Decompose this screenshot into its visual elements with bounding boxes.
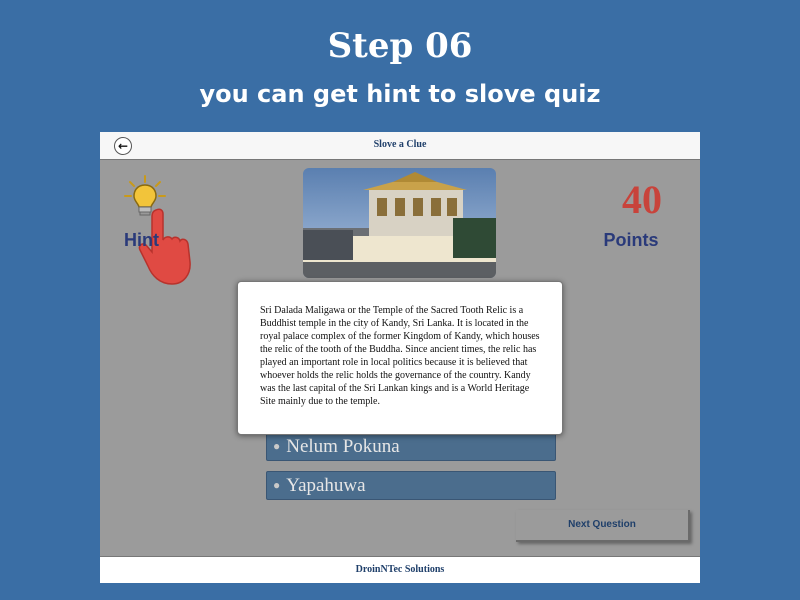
answer-option[interactable]: ● Nelum Pokuna <box>266 432 556 461</box>
answer-option[interactable]: ● Yapahuwa <box>266 471 556 500</box>
hint-text: Sri Dalada Maligawa or the Temple of the… <box>260 305 540 407</box>
hint-popup[interactable]: Sri Dalada Maligawa or the Temple of the… <box>237 281 563 435</box>
bullet-icon: ● <box>273 478 281 492</box>
temple-photo <box>303 168 496 278</box>
step-title: Step 06 <box>327 26 473 66</box>
hint-label[interactable]: Hint <box>124 230 159 251</box>
step-subtitle: you can get hint to slove quiz <box>199 80 601 108</box>
answer-option-label: Yapahuwa <box>286 475 366 496</box>
app-screen: ← Slove a Clue Hint 40 Points ● Nelum Po… <box>100 132 700 583</box>
answer-option-label: Nelum Pokuna <box>286 436 400 457</box>
next-question-button[interactable]: Next Question <box>516 510 690 542</box>
nav-title: Slove a Clue <box>373 139 427 150</box>
points-label: Points <box>603 230 659 250</box>
bullet-icon: ● <box>273 439 281 453</box>
footer-text: DroinNTec Solutions <box>355 564 445 575</box>
top-bar: ← Slove a Clue <box>100 132 700 160</box>
footer: DroinNTec Solutions <box>100 556 700 583</box>
points-value: 40 <box>622 177 662 222</box>
